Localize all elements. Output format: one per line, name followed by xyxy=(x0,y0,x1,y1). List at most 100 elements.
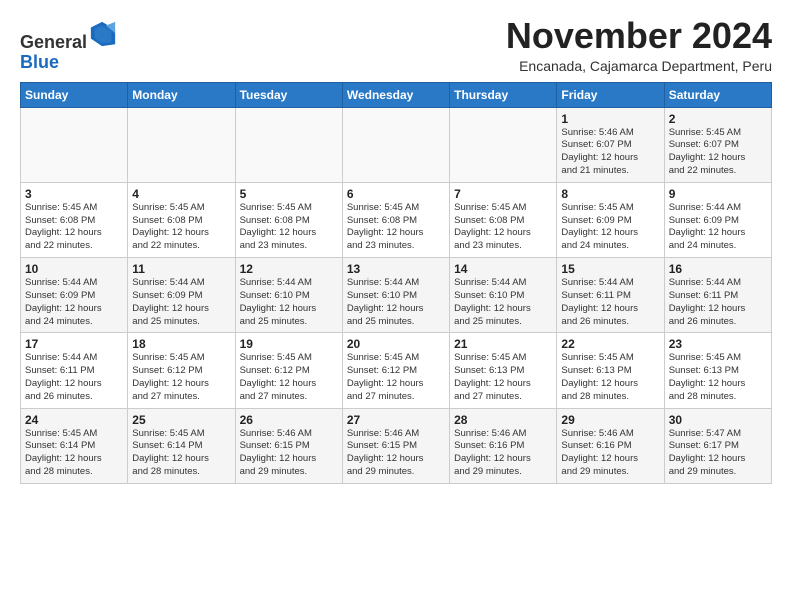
day-detail: Sunrise: 5:45 AM Sunset: 6:08 PM Dayligh… xyxy=(25,202,123,253)
calendar-cell xyxy=(128,107,235,182)
day-number: 1 xyxy=(561,112,659,126)
day-detail: Sunrise: 5:47 AM Sunset: 6:17 PM Dayligh… xyxy=(669,428,767,479)
weekday-header-friday: Friday xyxy=(557,82,664,107)
calendar-cell: 9Sunrise: 5:44 AM Sunset: 6:09 PM Daylig… xyxy=(664,182,771,257)
day-number: 18 xyxy=(132,337,230,351)
calendar-cell: 4Sunrise: 5:45 AM Sunset: 6:08 PM Daylig… xyxy=(128,182,235,257)
calendar-cell xyxy=(235,107,342,182)
day-number: 2 xyxy=(669,112,767,126)
day-number: 25 xyxy=(132,413,230,427)
day-detail: Sunrise: 5:46 AM Sunset: 6:16 PM Dayligh… xyxy=(454,428,552,479)
calendar-cell: 22Sunrise: 5:45 AM Sunset: 6:13 PM Dayli… xyxy=(557,333,664,408)
weekday-header-monday: Monday xyxy=(128,82,235,107)
day-detail: Sunrise: 5:45 AM Sunset: 6:13 PM Dayligh… xyxy=(561,352,659,403)
weekday-header-row: SundayMondayTuesdayWednesdayThursdayFrid… xyxy=(21,82,772,107)
calendar-cell: 10Sunrise: 5:44 AM Sunset: 6:09 PM Dayli… xyxy=(21,258,128,333)
location-title: Encanada, Cajamarca Department, Peru xyxy=(506,58,772,74)
day-detail: Sunrise: 5:45 AM Sunset: 6:13 PM Dayligh… xyxy=(669,352,767,403)
calendar-cell: 23Sunrise: 5:45 AM Sunset: 6:13 PM Dayli… xyxy=(664,333,771,408)
calendar-cell: 28Sunrise: 5:46 AM Sunset: 6:16 PM Dayli… xyxy=(450,408,557,483)
calendar-week-1: 1Sunrise: 5:46 AM Sunset: 6:07 PM Daylig… xyxy=(21,107,772,182)
day-detail: Sunrise: 5:46 AM Sunset: 6:15 PM Dayligh… xyxy=(347,428,445,479)
day-number: 23 xyxy=(669,337,767,351)
day-detail: Sunrise: 5:46 AM Sunset: 6:15 PM Dayligh… xyxy=(240,428,338,479)
day-number: 7 xyxy=(454,187,552,201)
day-detail: Sunrise: 5:45 AM Sunset: 6:12 PM Dayligh… xyxy=(240,352,338,403)
calendar-week-2: 3Sunrise: 5:45 AM Sunset: 6:08 PM Daylig… xyxy=(21,182,772,257)
day-detail: Sunrise: 5:45 AM Sunset: 6:08 PM Dayligh… xyxy=(240,202,338,253)
day-detail: Sunrise: 5:44 AM Sunset: 6:11 PM Dayligh… xyxy=(25,352,123,403)
calendar-cell: 16Sunrise: 5:44 AM Sunset: 6:11 PM Dayli… xyxy=(664,258,771,333)
day-detail: Sunrise: 5:44 AM Sunset: 6:09 PM Dayligh… xyxy=(132,277,230,328)
day-detail: Sunrise: 5:45 AM Sunset: 6:08 PM Dayligh… xyxy=(454,202,552,253)
calendar-cell: 30Sunrise: 5:47 AM Sunset: 6:17 PM Dayli… xyxy=(664,408,771,483)
calendar-header: SundayMondayTuesdayWednesdayThursdayFrid… xyxy=(21,82,772,107)
weekday-header-thursday: Thursday xyxy=(450,82,557,107)
day-detail: Sunrise: 5:45 AM Sunset: 6:12 PM Dayligh… xyxy=(132,352,230,403)
calendar-week-5: 24Sunrise: 5:45 AM Sunset: 6:14 PM Dayli… xyxy=(21,408,772,483)
weekday-header-saturday: Saturday xyxy=(664,82,771,107)
day-number: 10 xyxy=(25,262,123,276)
day-detail: Sunrise: 5:44 AM Sunset: 6:10 PM Dayligh… xyxy=(454,277,552,328)
day-number: 21 xyxy=(454,337,552,351)
calendar-cell: 15Sunrise: 5:44 AM Sunset: 6:11 PM Dayli… xyxy=(557,258,664,333)
calendar-cell: 7Sunrise: 5:45 AM Sunset: 6:08 PM Daylig… xyxy=(450,182,557,257)
day-number: 6 xyxy=(347,187,445,201)
calendar-cell: 18Sunrise: 5:45 AM Sunset: 6:12 PM Dayli… xyxy=(128,333,235,408)
day-number: 22 xyxy=(561,337,659,351)
day-detail: Sunrise: 5:45 AM Sunset: 6:14 PM Dayligh… xyxy=(25,428,123,479)
day-number: 13 xyxy=(347,262,445,276)
page-header: General Blue November 2024 Encanada, Caj… xyxy=(20,16,772,74)
calendar-cell: 21Sunrise: 5:45 AM Sunset: 6:13 PM Dayli… xyxy=(450,333,557,408)
day-detail: Sunrise: 5:44 AM Sunset: 6:09 PM Dayligh… xyxy=(25,277,123,328)
day-number: 27 xyxy=(347,413,445,427)
day-detail: Sunrise: 5:45 AM Sunset: 6:08 PM Dayligh… xyxy=(347,202,445,253)
day-detail: Sunrise: 5:44 AM Sunset: 6:10 PM Dayligh… xyxy=(347,277,445,328)
day-number: 26 xyxy=(240,413,338,427)
calendar-cell: 24Sunrise: 5:45 AM Sunset: 6:14 PM Dayli… xyxy=(21,408,128,483)
day-detail: Sunrise: 5:45 AM Sunset: 6:09 PM Dayligh… xyxy=(561,202,659,253)
calendar-cell: 25Sunrise: 5:45 AM Sunset: 6:14 PM Dayli… xyxy=(128,408,235,483)
day-number: 30 xyxy=(669,413,767,427)
title-area: November 2024 Encanada, Cajamarca Depart… xyxy=(506,16,772,74)
day-detail: Sunrise: 5:46 AM Sunset: 6:07 PM Dayligh… xyxy=(561,127,659,178)
logo: General Blue xyxy=(20,20,117,73)
calendar-cell: 6Sunrise: 5:45 AM Sunset: 6:08 PM Daylig… xyxy=(342,182,449,257)
day-detail: Sunrise: 5:45 AM Sunset: 6:13 PM Dayligh… xyxy=(454,352,552,403)
calendar-cell: 29Sunrise: 5:46 AM Sunset: 6:16 PM Dayli… xyxy=(557,408,664,483)
month-title: November 2024 xyxy=(506,16,772,56)
weekday-header-sunday: Sunday xyxy=(21,82,128,107)
day-number: 8 xyxy=(561,187,659,201)
calendar-cell xyxy=(21,107,128,182)
day-detail: Sunrise: 5:44 AM Sunset: 6:11 PM Dayligh… xyxy=(561,277,659,328)
calendar-cell: 8Sunrise: 5:45 AM Sunset: 6:09 PM Daylig… xyxy=(557,182,664,257)
calendar-week-3: 10Sunrise: 5:44 AM Sunset: 6:09 PM Dayli… xyxy=(21,258,772,333)
day-number: 24 xyxy=(25,413,123,427)
day-detail: Sunrise: 5:45 AM Sunset: 6:07 PM Dayligh… xyxy=(669,127,767,178)
calendar-cell: 26Sunrise: 5:46 AM Sunset: 6:15 PM Dayli… xyxy=(235,408,342,483)
day-number: 15 xyxy=(561,262,659,276)
calendar-cell xyxy=(450,107,557,182)
day-detail: Sunrise: 5:44 AM Sunset: 6:09 PM Dayligh… xyxy=(669,202,767,253)
day-number: 20 xyxy=(347,337,445,351)
logo-icon xyxy=(89,20,117,48)
calendar-cell xyxy=(342,107,449,182)
day-detail: Sunrise: 5:44 AM Sunset: 6:10 PM Dayligh… xyxy=(240,277,338,328)
calendar-cell: 19Sunrise: 5:45 AM Sunset: 6:12 PM Dayli… xyxy=(235,333,342,408)
day-detail: Sunrise: 5:45 AM Sunset: 6:14 PM Dayligh… xyxy=(132,428,230,479)
day-number: 19 xyxy=(240,337,338,351)
calendar-cell: 11Sunrise: 5:44 AM Sunset: 6:09 PM Dayli… xyxy=(128,258,235,333)
day-detail: Sunrise: 5:45 AM Sunset: 6:12 PM Dayligh… xyxy=(347,352,445,403)
calendar-cell: 2Sunrise: 5:45 AM Sunset: 6:07 PM Daylig… xyxy=(664,107,771,182)
logo-general-text: General xyxy=(20,32,87,52)
day-number: 11 xyxy=(132,262,230,276)
weekday-header-wednesday: Wednesday xyxy=(342,82,449,107)
calendar-body: 1Sunrise: 5:46 AM Sunset: 6:07 PM Daylig… xyxy=(21,107,772,483)
day-number: 5 xyxy=(240,187,338,201)
day-number: 28 xyxy=(454,413,552,427)
calendar-week-4: 17Sunrise: 5:44 AM Sunset: 6:11 PM Dayli… xyxy=(21,333,772,408)
weekday-header-tuesday: Tuesday xyxy=(235,82,342,107)
calendar-cell: 13Sunrise: 5:44 AM Sunset: 6:10 PM Dayli… xyxy=(342,258,449,333)
calendar-cell: 17Sunrise: 5:44 AM Sunset: 6:11 PM Dayli… xyxy=(21,333,128,408)
logo-blue-text: Blue xyxy=(20,52,59,72)
